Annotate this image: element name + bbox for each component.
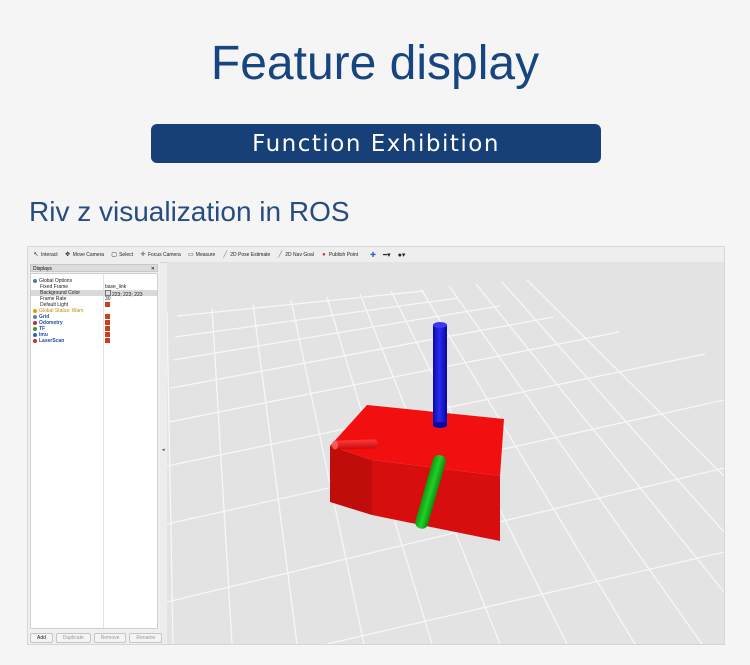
select-icon: ▢ — [111, 251, 117, 258]
warning-icon — [33, 308, 37, 313]
tool-label: Publish Point — [328, 251, 359, 258]
checkbox[interactable] — [105, 326, 110, 332]
interact-tool[interactable]: ↖ Interact — [33, 251, 58, 258]
section-subtitle: Riv z visualization in ROS — [29, 196, 350, 227]
move-camera-tool[interactable]: ✥ Move Camera — [65, 252, 104, 258]
tool-label: Focus Camera — [148, 251, 181, 258]
displays-header: Displays ✕ — [30, 264, 158, 272]
displays-title: Displays — [33, 266, 52, 272]
publish-point-tool[interactable]: ● Publish Point — [321, 252, 358, 258]
settings-icon — [33, 278, 37, 283]
tree-row-laserscan[interactable]: LaserScan — [31, 338, 157, 344]
x-axis-cap — [332, 440, 338, 450]
grid-icon — [33, 314, 37, 319]
publish-point-icon: ● — [322, 251, 326, 258]
remove-tool-button[interactable]: ━▾ — [383, 251, 391, 259]
rviz-window: ↖ Interact ✥ Move Camera ▢ Select ✛ Focus Ca… — [27, 246, 725, 645]
focus-camera-icon: ✛ — [140, 251, 146, 258]
select-tool[interactable]: ▢ Select — [111, 252, 133, 258]
pose-estimate-icon: ╱ — [223, 251, 228, 258]
tool-label: 2D Nav Goal — [285, 251, 314, 258]
tool-settings-button[interactable]: ●▾ — [398, 251, 406, 259]
z-axis-bottom — [433, 422, 447, 428]
tf-icon — [33, 326, 37, 331]
add-tool-button[interactable]: ✚ — [370, 251, 376, 259]
scene-canvas — [166, 262, 724, 644]
tool-label: Interact — [41, 251, 58, 258]
page-title: Feature display — [210, 37, 540, 90]
displays-panel: Displays ✕ Global Options Fixed Frame ba… — [28, 262, 163, 644]
laserscan-icon — [33, 338, 37, 343]
nav-goal-icon: ╱ — [278, 251, 283, 258]
row-label: LaserScan — [39, 338, 65, 344]
remove-button[interactable]: Remove — [93, 633, 127, 643]
checkbox[interactable] — [105, 320, 110, 326]
move-camera-icon: ✥ — [65, 251, 71, 258]
odometry-icon — [33, 320, 37, 325]
pose-estimate-tool[interactable]: ╱ 2D Pose Estimate — [222, 252, 270, 258]
displays-tree: Global Options Fixed Frame base_link Bac… — [30, 273, 158, 629]
focus-camera-tool[interactable]: ✛ Focus Camera — [140, 251, 181, 258]
tool-label: Select — [119, 251, 133, 258]
x-axis-arrow — [332, 439, 379, 450]
checkbox[interactable] — [105, 338, 110, 344]
checkbox[interactable] — [105, 314, 110, 320]
section-banner: Function Exhibition — [151, 124, 601, 163]
duplicate-button[interactable]: Duplicate — [55, 633, 91, 643]
interact-icon: ↖ — [33, 251, 39, 258]
measure-tool[interactable]: ▭ Measure — [188, 252, 215, 258]
z-axis-cap — [433, 322, 447, 328]
rename-button[interactable]: Rename — [129, 633, 163, 643]
measure-icon: ▭ — [187, 251, 194, 258]
tool-label: 2D Pose Estimate — [230, 251, 271, 258]
imu-icon — [33, 332, 37, 337]
rviz-toolbar: ↖ Interact ✥ Move Camera ▢ Select ✛ Focus Ca… — [28, 247, 724, 263]
close-icon[interactable]: ✕ — [151, 265, 155, 273]
nav-goal-tool[interactable]: ╱ 2D Nav Goal — [277, 251, 314, 258]
checkbox[interactable] — [105, 332, 110, 338]
tool-label: Move Camera — [72, 251, 105, 258]
checkbox[interactable] — [105, 302, 110, 308]
tool-label: Measure — [195, 251, 216, 258]
add-button[interactable]: Add — [30, 633, 53, 643]
3d-viewport[interactable] — [166, 262, 724, 644]
z-axis-arrow — [433, 325, 447, 426]
splitter-handle[interactable]: ◂ — [162, 447, 165, 453]
displays-buttons: Add Duplicate Remove Rename — [30, 633, 163, 643]
